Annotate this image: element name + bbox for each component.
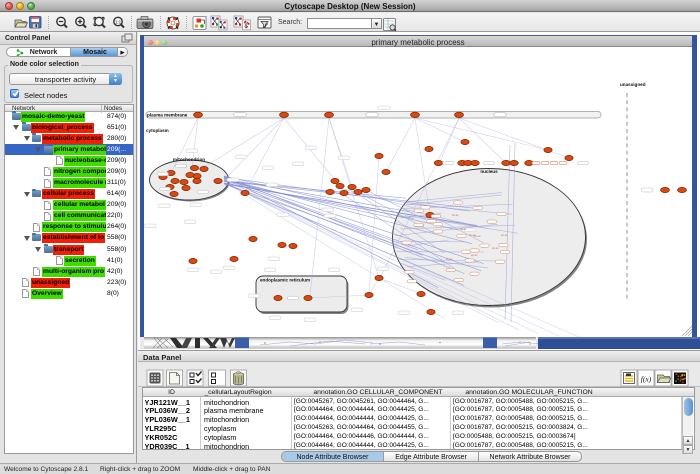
svg-text:xx-xx: xx-xx: [471, 253, 478, 257]
svg-text:xx-xx: xx-xx: [492, 246, 499, 250]
svg-text:xx-xx: xx-xx: [446, 257, 453, 261]
svg-text:nucleus: nucleus: [480, 169, 498, 174]
svg-text:xx-xx: xx-xx: [501, 233, 508, 237]
svg-text:plasma membrane: plasma membrane: [147, 113, 188, 118]
svg-text:endoplasmic reticulum: endoplasmic reticulum: [260, 278, 310, 283]
svg-text:f(x): f(x): [641, 374, 652, 383]
svg-text:cytoplasm: cytoplasm: [146, 128, 169, 133]
svg-text:1:1: 1:1: [115, 19, 122, 24]
svg-text:mitochondrion: mitochondrion: [173, 157, 205, 162]
svg-text:unassigned: unassigned: [620, 82, 646, 87]
svg-text:xx-xx: xx-xx: [460, 227, 467, 231]
svg-text:xx-xx: xx-xx: [474, 234, 481, 238]
svg-text:xx-xx: xx-xx: [452, 213, 459, 217]
